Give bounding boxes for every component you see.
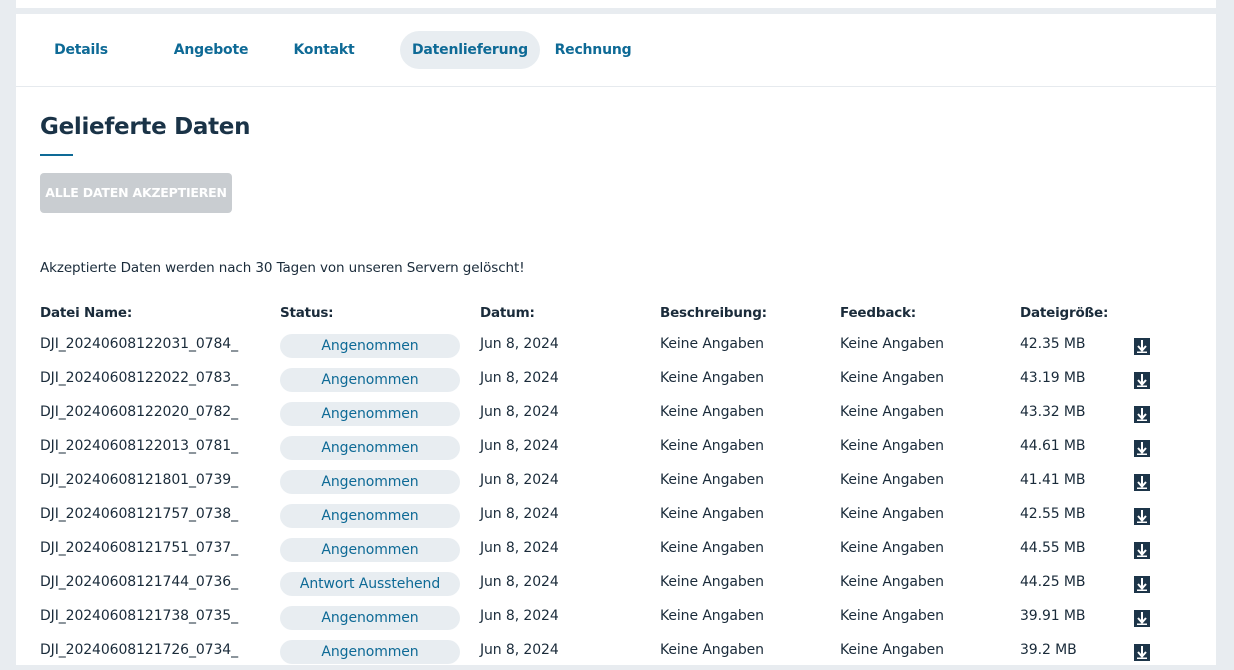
- header-feedback: Feedback:: [840, 305, 917, 321]
- table-row: DJI_20240608122013_0781_ Jun 8, 2024 Keine…: [16, 432, 1216, 466]
- feedback: Keine Angaben: [840, 642, 944, 658]
- download-icon[interactable]: [1134, 338, 1150, 355]
- file-name: DJI_20240608121751_0737_: [40, 540, 238, 556]
- status-badge: Angenommen: [280, 436, 460, 460]
- deletion-notice: Akzeptierte Daten werden nach 30 Tagen v…: [40, 260, 525, 276]
- tab-bar: Details Angebote Kontakt Datenlieferung …: [16, 14, 1216, 87]
- table-row: DJI_20240608122022_0783_ Jun 8, 2024 Keine…: [16, 364, 1216, 398]
- tab-rechnung[interactable]: Rechnung: [548, 31, 638, 69]
- download-icon[interactable]: [1134, 542, 1150, 559]
- description: Keine Angaben: [660, 574, 764, 590]
- download-icon[interactable]: [1134, 440, 1150, 457]
- feedback: Keine Angaben: [840, 404, 944, 420]
- feedback: Keine Angaben: [840, 438, 944, 454]
- download-icon[interactable]: [1134, 474, 1150, 491]
- date: Jun 8, 2024: [480, 642, 559, 658]
- file-name: DJI_20240608121757_0738_: [40, 506, 238, 522]
- download-icon[interactable]: [1134, 610, 1150, 627]
- file-name: DJI_20240608121801_0739_: [40, 472, 238, 488]
- file-size: 44.25 MB: [1020, 574, 1086, 590]
- table-row: DJI_20240608121751_0737_ Jun 8, 2024 Keine…: [16, 534, 1216, 568]
- accept-all-button[interactable]: ALLE DATEN AKZEPTIEREN: [40, 173, 232, 213]
- file-size: 43.19 MB: [1020, 370, 1086, 386]
- order-detail-card: Details Angebote Kontakt Datenlieferung …: [16, 14, 1216, 665]
- header-file-size: Dateigröße:: [1020, 305, 1109, 321]
- description: Keine Angaben: [660, 642, 764, 658]
- description: Keine Angaben: [660, 438, 764, 454]
- status-badge: Angenommen: [280, 368, 460, 392]
- header-status: Status:: [280, 305, 334, 321]
- description: Keine Angaben: [660, 540, 764, 556]
- header-date: Datum:: [480, 305, 535, 321]
- top-card: [16, 0, 1216, 8]
- status-badge: Angenommen: [280, 402, 460, 426]
- date: Jun 8, 2024: [480, 540, 559, 556]
- description: Keine Angaben: [660, 608, 764, 624]
- file-size: 43.32 MB: [1020, 404, 1086, 420]
- description: Keine Angaben: [660, 472, 764, 488]
- tab-angebote[interactable]: Angebote: [164, 31, 258, 69]
- feedback: Keine Angaben: [840, 506, 944, 522]
- file-name: DJI_20240608121726_0734_: [40, 642, 238, 658]
- status-badge: Angenommen: [280, 470, 460, 494]
- file-name: DJI_20240608122031_0784_: [40, 336, 238, 352]
- file-size: 41.41 MB: [1020, 472, 1086, 488]
- file-name: DJI_20240608121744_0736_: [40, 574, 238, 590]
- table-row: DJI_20240608122031_0784_ Jun 8, 2024 Keine…: [16, 330, 1216, 364]
- title-underline: [40, 154, 73, 156]
- page-title: Gelieferte Daten: [40, 114, 251, 140]
- status-badge: Angenommen: [280, 334, 460, 358]
- download-icon[interactable]: [1134, 372, 1150, 389]
- file-name: DJI_20240608122022_0783_: [40, 370, 238, 386]
- date: Jun 8, 2024: [480, 336, 559, 352]
- feedback: Keine Angaben: [840, 336, 944, 352]
- table-row: DJI_20240608121757_0738_ Jun 8, 2024 Keine…: [16, 500, 1216, 534]
- status-badge: Angenommen: [280, 538, 460, 562]
- file-name: DJI_20240608122013_0781_: [40, 438, 238, 454]
- table-row: DJI_20240608122020_0782_ Jun 8, 2024 Keine…: [16, 398, 1216, 432]
- feedback: Keine Angaben: [840, 370, 944, 386]
- header-description: Beschreibung:: [660, 305, 767, 321]
- status-badge: Angenommen: [280, 606, 460, 630]
- date: Jun 8, 2024: [480, 608, 559, 624]
- table-row: DJI_20240608121801_0739_ Jun 8, 2024 Keine…: [16, 466, 1216, 500]
- file-size: 44.61 MB: [1020, 438, 1086, 454]
- file-name: DJI_20240608122020_0782_: [40, 404, 238, 420]
- feedback: Keine Angaben: [840, 574, 944, 590]
- tab-datenlieferung[interactable]: Datenlieferung: [400, 31, 540, 69]
- download-icon[interactable]: [1134, 576, 1150, 593]
- table-row: DJI_20240608121738_0735_ Jun 8, 2024 Keine…: [16, 602, 1216, 636]
- date: Jun 8, 2024: [480, 404, 559, 420]
- description: Keine Angaben: [660, 506, 764, 522]
- feedback: Keine Angaben: [840, 540, 944, 556]
- date: Jun 8, 2024: [480, 574, 559, 590]
- download-icon[interactable]: [1134, 406, 1150, 423]
- date: Jun 8, 2024: [480, 370, 559, 386]
- description: Keine Angaben: [660, 370, 764, 386]
- status-badge: Angenommen: [280, 640, 460, 664]
- feedback: Keine Angaben: [840, 608, 944, 624]
- date: Jun 8, 2024: [480, 438, 559, 454]
- file-size: 42.55 MB: [1020, 506, 1086, 522]
- file-size: 44.55 MB: [1020, 540, 1086, 556]
- download-icon[interactable]: [1134, 644, 1150, 661]
- file-size: 39.2 MB: [1020, 642, 1077, 658]
- date: Jun 8, 2024: [480, 472, 559, 488]
- download-icon[interactable]: [1134, 508, 1150, 525]
- tab-details[interactable]: Details: [40, 31, 122, 69]
- table-row: DJI_20240608121744_0736_ Jun 8, 2024 Keine…: [16, 568, 1216, 602]
- status-badge: Angenommen: [280, 504, 460, 528]
- header-file-name: Datei Name:: [40, 305, 133, 321]
- tab-kontakt[interactable]: Kontakt: [286, 31, 362, 69]
- file-size: 39.91 MB: [1020, 608, 1086, 624]
- feedback: Keine Angaben: [840, 472, 944, 488]
- status-badge: Antwort Ausstehend: [280, 572, 460, 596]
- description: Keine Angaben: [660, 336, 764, 352]
- file-name: DJI_20240608121738_0735_: [40, 608, 238, 624]
- description: Keine Angaben: [660, 404, 764, 420]
- file-size: 42.35 MB: [1020, 336, 1086, 352]
- date: Jun 8, 2024: [480, 506, 559, 522]
